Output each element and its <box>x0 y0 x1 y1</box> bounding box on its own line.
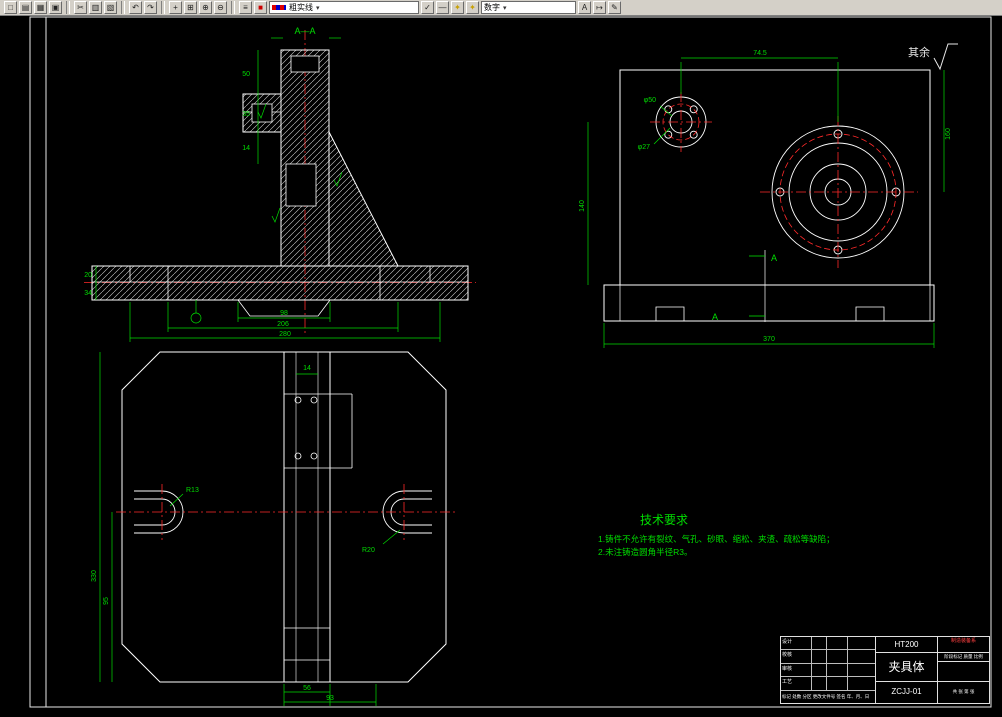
zoom-out-icon[interactable]: ⊖ <box>214 1 227 14</box>
tech-title: 技术要求 <box>640 513 688 527</box>
tool-star-icon[interactable]: ✦ <box>466 1 479 14</box>
plan-view: R13 R20 330 95 56 93 14 <box>91 351 456 706</box>
dim-label: 34 <box>84 290 92 297</box>
front-view: A—A 98 206 280 50 35 14 20 34 <box>84 26 476 342</box>
chevron-down-icon[interactable]: ▾ <box>503 4 507 12</box>
material-cell: HT200 <box>876 637 938 652</box>
paste-icon[interactable]: ▧ <box>104 1 117 14</box>
match-properties-icon[interactable]: ✓ <box>421 1 434 14</box>
dim-label: 95 <box>103 597 110 605</box>
layer-linetype-swatch <box>272 5 286 10</box>
cut-icon[interactable]: ✂ <box>74 1 87 14</box>
redo-icon[interactable]: ↷ <box>144 1 157 14</box>
dim-label: 14 <box>303 365 311 372</box>
section-label: A—A <box>294 26 315 36</box>
role-label: 校核 <box>781 650 811 663</box>
dim-label: 160 <box>945 128 952 140</box>
dim-label: 206 <box>277 321 289 328</box>
toolbar-separator <box>66 1 70 14</box>
sheet-frame <box>29 16 992 708</box>
dim-label: 20 <box>84 272 92 279</box>
dim-label: 370 <box>763 336 775 343</box>
drawing-sheet: A—A 98 206 280 50 35 14 20 34 74.5 370 1… <box>29 16 992 708</box>
new-file-icon[interactable]: □ <box>4 1 17 14</box>
part-name-cell: 夹具体 <box>876 653 938 681</box>
title-block: 设计 校核 审核 工艺 标记 处数 分区 更改文件号 签名 年、月、日 HT20… <box>780 636 990 704</box>
dim-label: 14 <box>242 145 250 152</box>
dim-label: 140 <box>579 200 586 212</box>
dim-label: 93 <box>326 695 334 702</box>
stage-cells: 阶段标记 质量 比例 <box>938 653 989 681</box>
tech-line-1: 1.铸件不允许有裂纹、气孔、砂眼、缩松、夹渣、疏松等缺陷； <box>598 534 835 544</box>
title-block-main: HT200 制造装备系 夹具体 阶段标记 质量 比例 ZCJJ-01 共 张 第… <box>876 637 989 703</box>
plot-icon[interactable]: ▣ <box>49 1 62 14</box>
dim-label: 280 <box>279 331 291 338</box>
stage-header: 阶段标记 质量 比例 <box>938 653 989 662</box>
drawing-canvas[interactable]: A—A 98 206 280 50 35 14 20 34 74.5 370 1… <box>0 16 1002 717</box>
tool-lightning-icon[interactable]: ✦ <box>451 1 464 14</box>
linetype-icon[interactable]: — <box>436 1 449 14</box>
dim-label: φ27 <box>638 144 650 151</box>
open-file-icon[interactable]: ▤ <box>19 1 32 14</box>
toolbar-separator <box>161 1 165 14</box>
dim-label: 98 <box>280 310 288 317</box>
dim-style-icon[interactable]: ↦ <box>593 1 606 14</box>
toolbar-separator <box>121 1 125 14</box>
revision-header: 标记 处数 分区 更改文件号 签名 年、月、日 <box>781 690 875 703</box>
dim-label: 50 <box>242 71 250 78</box>
text-style-icon[interactable]: A <box>578 1 591 14</box>
sheet-cell: 共 张 第 张 <box>952 689 975 694</box>
dim-label: 56 <box>303 685 311 692</box>
layer-combo-value: 粗实线 <box>289 3 313 12</box>
role-label: 审核 <box>781 663 811 677</box>
cad-window: □ ▤ ▦ ▣ ✂ ▥ ▧ ↶ ↷ + ⊞ ⊕ ⊖ ≡ ■ 粗实线 ▾ ✓ — … <box>0 0 1002 717</box>
dim-label: φ50 <box>644 97 656 104</box>
surface-note-text: 其余 <box>908 45 930 59</box>
role-label: 工艺 <box>781 677 811 690</box>
pan-icon[interactable]: + <box>169 1 182 14</box>
revision-table: 设计 校核 审核 工艺 标记 处数 分区 更改文件号 签名 年、月、日 <box>781 637 876 703</box>
layer-color-icon[interactable]: ■ <box>254 1 267 14</box>
roughness-symbol-icon <box>933 43 958 71</box>
text-style-value: 数字 <box>484 3 500 12</box>
zoom-in-icon[interactable]: ⊕ <box>199 1 212 14</box>
side-view: 74.5 370 160 140 φ50 φ27 A A <box>579 50 952 348</box>
role-label: 设计 <box>781 637 811 650</box>
cut-label: A <box>771 253 777 263</box>
copy-icon[interactable]: ▥ <box>89 1 102 14</box>
dim-label: 74.5 <box>753 50 767 57</box>
tech-notes: 技术要求 1.铸件不允许有裂纹、气孔、砂眼、缩松、夹渣、疏松等缺陷； 2.未注铸… <box>598 513 835 557</box>
layer-combo[interactable]: 粗实线 ▾ <box>269 1 419 14</box>
layers-icon[interactable]: ≡ <box>239 1 252 14</box>
org-cell: 制造装备系 <box>950 638 976 644</box>
undo-icon[interactable]: ↶ <box>129 1 142 14</box>
chevron-down-icon[interactable]: ▾ <box>316 4 320 12</box>
cut-label: A <box>712 312 718 322</box>
text-style-combo[interactable]: 数字 ▾ <box>481 1 576 14</box>
zoom-window-icon[interactable]: ⊞ <box>184 1 197 14</box>
tech-line-2: 2.未注铸造圆角半径R3。 <box>598 547 692 557</box>
toolbar-separator <box>231 1 235 14</box>
drawing-no-cell: ZCJJ-01 <box>876 682 938 703</box>
surface-roughness-note: 其余 <box>908 43 958 71</box>
toolbar: □ ▤ ▦ ▣ ✂ ▥ ▧ ↶ ↷ + ⊞ ⊕ ⊖ ≡ ■ 粗实线 ▾ ✓ — … <box>0 0 1002 16</box>
dim-label: R13 <box>186 487 199 494</box>
dim-label: 330 <box>91 570 98 582</box>
dim-label: 35 <box>242 111 250 118</box>
save-file-icon[interactable]: ▦ <box>34 1 47 14</box>
edit-text-icon[interactable]: ✎ <box>608 1 621 14</box>
dim-label: R20 <box>362 547 375 554</box>
